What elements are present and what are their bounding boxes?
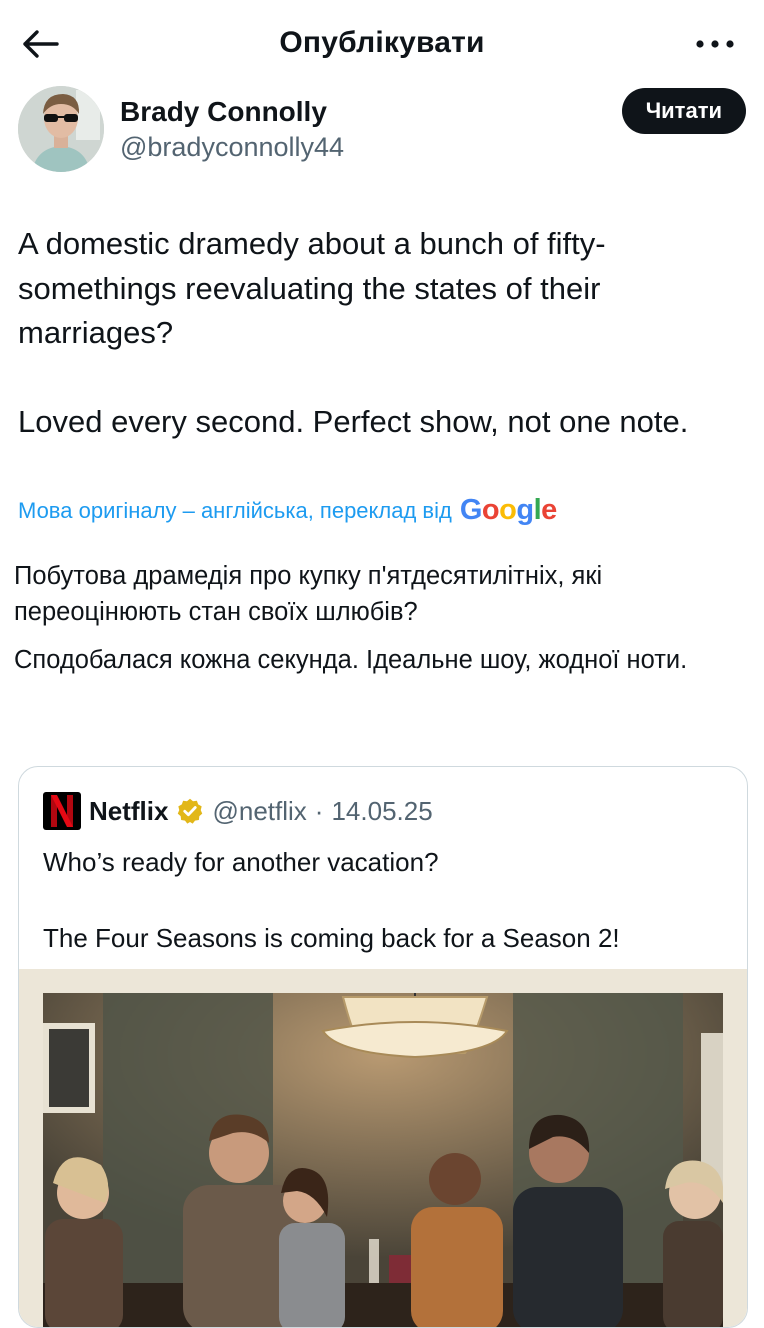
tweet-author: Brady Connolly @bradyconnolly44 Читати — [18, 86, 746, 176]
quoted-author-name[interactable]: Netflix — [89, 796, 168, 827]
follow-button[interactable]: Читати — [621, 88, 746, 134]
author-handle[interactable]: @bradyconnolly44 — [120, 132, 344, 163]
translation-attribution[interactable]: Мова оригіналу – англійська, переклад ві… — [18, 494, 557, 527]
quoted-paragraph: The Four Seasons is coming back for a Se… — [43, 923, 620, 953]
separator-dot: · — [314, 795, 324, 826]
tweet-paragraph: Loved every second. Perfect show, not on… — [18, 403, 689, 439]
quoted-tweet-date[interactable]: 14.05.25 — [331, 796, 432, 827]
quoted-tweet-media[interactable] — [19, 969, 747, 1327]
google-logo: Google — [459, 494, 557, 526]
quoted-tweet-text: Who’s ready for another vacation? The Fo… — [43, 843, 733, 957]
quoted-tweet[interactable]: Netflix @netflix · 14.05.25 Who’s ready … — [18, 766, 748, 1328]
netflix-logo-icon — [43, 792, 81, 830]
translated-paragraph: Побутова драмедія про купку п'ятдесятилі… — [14, 562, 603, 626]
avatar[interactable] — [18, 86, 104, 172]
quoted-paragraph: Who’s ready for another vacation? — [43, 847, 439, 877]
tweet-paragraph: A domestic dramedy about a bunch of fift… — [18, 226, 606, 350]
media-photo — [43, 993, 723, 1327]
top-bar: Опублікувати — [0, 0, 764, 88]
more-options-button[interactable] — [690, 26, 740, 62]
translated-text: Побутова драмедія про купку п'ятдесятилі… — [14, 558, 744, 678]
page-title: Опублікувати — [279, 26, 485, 59]
verified-badge-icon — [178, 798, 203, 824]
translation-note: Мова оригіналу – англійська, переклад ві… — [18, 497, 452, 523]
more-horizontal-icon — [696, 40, 734, 48]
quoted-author-handle[interactable]: @netflix — [212, 796, 306, 827]
translated-paragraph: Сподобалася кожна секунда. Ідеальне шоу,… — [14, 646, 688, 674]
author-name[interactable]: Brady Connolly — [120, 96, 327, 128]
tweet-text: A domestic dramedy about a bunch of fift… — [18, 222, 748, 444]
avatar-image — [18, 86, 104, 172]
quoted-tweet-header: Netflix @netflix · 14.05.25 — [43, 791, 433, 831]
